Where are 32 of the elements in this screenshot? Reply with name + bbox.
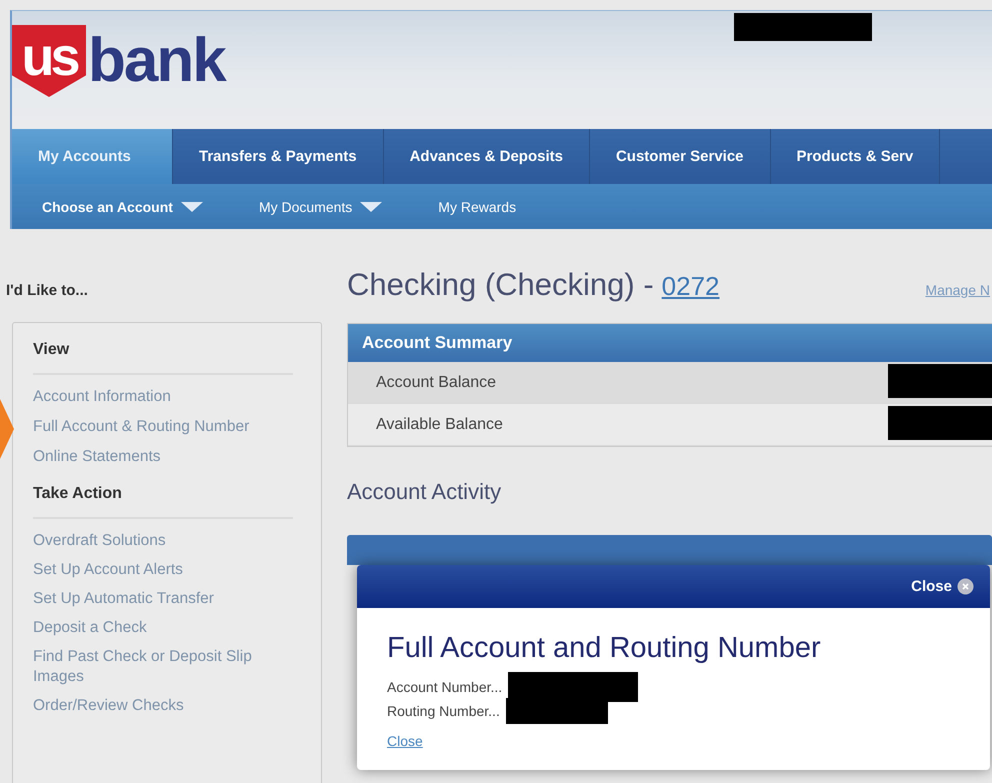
account-number-link[interactable]: 0272 [662,271,720,302]
account-title: Checking (Checking) - [347,267,654,303]
logo[interactable]: us bank [12,25,225,97]
field-label: Routing Number... [387,703,500,719]
subnav-link[interactable]: My Documents [230,198,410,214]
logo-word: bank [88,29,225,93]
section-heading: Take Action [33,485,293,519]
subnav-link[interactable]: Choose an Account [12,198,231,214]
close-icon [957,578,974,595]
balance-label: Available Balance [376,416,503,434]
sidebar-link[interactable]: Account Information [33,387,171,407]
logo-mark: us [12,25,86,97]
close-link[interactable]: Close [387,733,423,749]
manage-link[interactable]: Manage N [925,282,990,298]
sidebar-title: I'd Like to... [6,282,89,301]
subnav-link[interactable]: My Rewards [410,198,544,214]
modal-title: Full Account and Routing Number [387,632,822,665]
section-heading: View [33,341,293,375]
sidebar-link[interactable]: Set Up Account Alerts [33,560,183,580]
sidebar-link[interactable]: Set Up Automatic Transfer [33,589,214,609]
sidebar-link[interactable]: Full Account & Routing Number [33,417,250,437]
sidebar-link[interactable]: Overdraft Solutions [33,531,166,551]
sidebar-link[interactable]: Find Past Check or Deposit Slip Images [33,647,293,687]
summary-heading: Account Summary [348,324,992,362]
close-button[interactable]: Close [911,578,974,595]
balance-label: Account Balance [376,374,496,392]
activity-title: Account Activity [347,479,502,505]
nav-tab[interactable]: My Accounts [12,129,173,184]
sidebar-link[interactable]: Online Statements [33,447,161,467]
field-label: Account Number... [387,679,502,695]
sidebar-link[interactable]: Deposit a Check [33,618,147,638]
sidebar-link[interactable]: Order/Review Checks [33,696,184,716]
